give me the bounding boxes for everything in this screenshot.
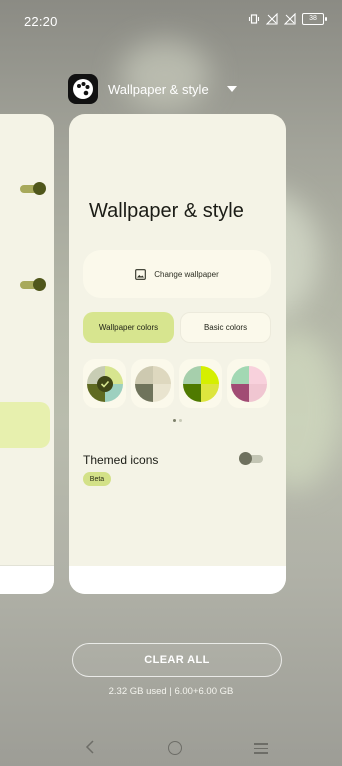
tab-label: Wallpaper colors bbox=[98, 323, 159, 332]
no-signal-icon-2 bbox=[284, 13, 296, 25]
swatch-pie bbox=[86, 365, 123, 402]
tab-basic-colors[interactable]: Basic colors bbox=[180, 312, 271, 343]
swatch-quadrant bbox=[230, 383, 249, 402]
swatch-quadrant bbox=[230, 365, 249, 384]
clear-all-button[interactable]: CLEAR ALL bbox=[72, 643, 282, 677]
swatch-quadrant bbox=[134, 383, 153, 402]
themed-icons-toggle[interactable] bbox=[239, 452, 263, 465]
highlighted-option bbox=[0, 402, 50, 448]
change-wallpaper-label: Change wallpaper bbox=[154, 269, 219, 279]
swatch-pie bbox=[134, 365, 171, 402]
page-dot bbox=[179, 419, 182, 422]
palette-app-icon bbox=[68, 74, 98, 104]
app-card-wallpaper-style[interactable]: Wallpaper & style Change wallpaper Wallp… bbox=[69, 114, 286, 594]
color-swatch-lime[interactable] bbox=[179, 359, 222, 408]
page-dot-active bbox=[173, 419, 176, 422]
themed-icons-label: Themed icons bbox=[83, 453, 159, 467]
toggle-switch-on bbox=[20, 182, 46, 195]
page-title: Wallpaper & style bbox=[89, 200, 244, 222]
swatch-quadrant bbox=[248, 383, 267, 402]
color-swatch-sage[interactable] bbox=[131, 359, 174, 408]
swatch-quadrant bbox=[152, 383, 171, 402]
swatch-quadrant bbox=[182, 383, 201, 402]
swatch-quadrant bbox=[200, 365, 219, 384]
app-header[interactable]: Wallpaper & style bbox=[68, 74, 237, 104]
card-footer bbox=[69, 566, 286, 594]
selected-indicator bbox=[96, 375, 113, 392]
page-indicator bbox=[173, 419, 182, 422]
swatch-quadrant bbox=[200, 383, 219, 402]
color-swatch-pink[interactable] bbox=[227, 359, 270, 408]
color-tabs: Wallpaper colors Basic colors bbox=[83, 312, 271, 343]
toggle-switch-on-2 bbox=[20, 278, 46, 291]
swatch-pie bbox=[230, 365, 267, 402]
beta-badge: Beta bbox=[83, 472, 111, 486]
battery-icon: 38 bbox=[302, 13, 327, 25]
battery-level: 38 bbox=[309, 15, 317, 22]
wallpaper-icon bbox=[135, 268, 147, 280]
color-swatch-olive[interactable] bbox=[83, 359, 126, 408]
chevron-down-icon[interactable] bbox=[226, 86, 237, 92]
swatch-quadrant bbox=[134, 365, 153, 384]
color-swatches bbox=[83, 359, 270, 408]
tab-label: Basic colors bbox=[203, 323, 248, 332]
swatch-quadrant bbox=[248, 365, 267, 384]
vibrate-icon bbox=[248, 14, 260, 24]
home-icon[interactable] bbox=[168, 741, 182, 755]
card-footer bbox=[0, 565, 54, 594]
tab-wallpaper-colors[interactable]: Wallpaper colors bbox=[83, 312, 174, 343]
swatch-quadrant bbox=[152, 365, 171, 384]
no-signal-icon bbox=[266, 13, 278, 25]
status-time: 22:20 bbox=[24, 14, 58, 29]
recents-icon[interactable] bbox=[254, 743, 268, 757]
navigation-bar bbox=[0, 735, 342, 765]
swatch-pie bbox=[182, 365, 219, 402]
app-title: Wallpaper & style bbox=[108, 81, 209, 97]
memory-usage: 2.32 GB used | 6.00+6.00 GB bbox=[108, 686, 234, 697]
status-icons: 38 bbox=[248, 13, 327, 25]
change-wallpaper-button[interactable]: Change wallpaper bbox=[83, 250, 271, 298]
swatch-quadrant bbox=[182, 365, 201, 384]
status-bar: 22:20 38 bbox=[0, 0, 342, 29]
back-icon[interactable] bbox=[84, 739, 96, 755]
previous-app-card[interactable] bbox=[0, 114, 54, 594]
